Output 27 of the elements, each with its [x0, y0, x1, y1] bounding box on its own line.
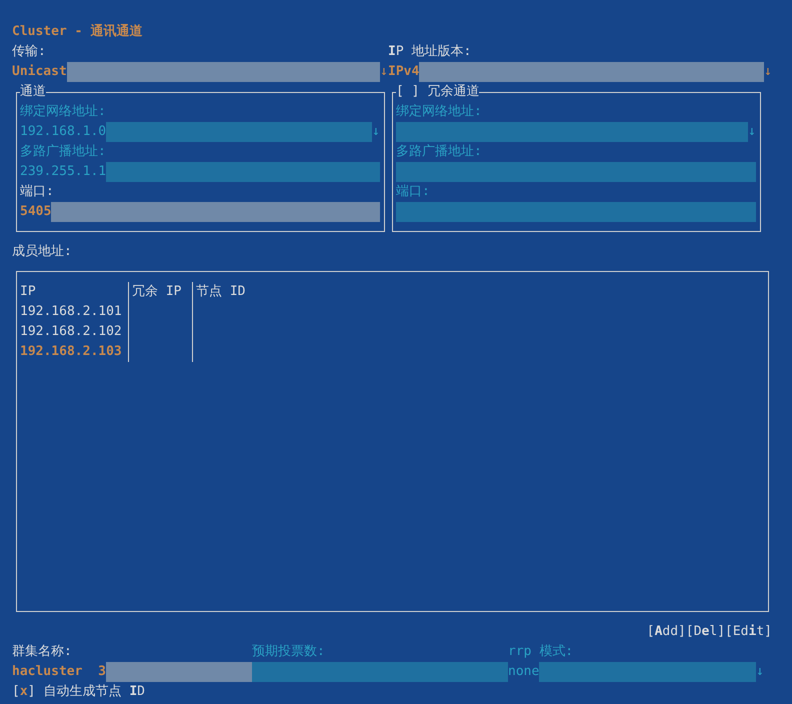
field-label: 传输: [12, 43, 47, 61]
table-row[interactable]: 192.168.2.101 [20, 302, 129, 322]
checkbox[interactable]: [ ] [396, 82, 420, 102]
field-label: 多路广播地址: [396, 143, 483, 161]
text-button[interactable]: [Del] [686, 622, 726, 642]
checkbox[interactable]: [x] [12, 682, 36, 702]
section-label: 成员地址: [11, 243, 73, 261]
text-button[interactable]: [Edit] [725, 622, 772, 642]
text-button[interactable]: [Add] [646, 622, 686, 642]
table-row[interactable]: 192.168.2.102 [20, 322, 129, 342]
field-label: 群集名称: [12, 643, 73, 661]
column-header: 冗余 IP [129, 282, 193, 302]
checkbox-label: 自动生成节点 ID [43, 683, 145, 701]
window-title: Cluster - 通讯通道 [11, 23, 144, 41]
column-header: IP [20, 282, 129, 302]
field-label: 预期投票数: [252, 643, 326, 661]
field-label: rrp 模式: [508, 643, 574, 661]
column-header: 节点 ID [195, 283, 246, 301]
field-label: 端口: [396, 183, 431, 201]
checkbox-label: 冗余通道 [427, 83, 480, 101]
field-label: IP 地址版本: [388, 43, 472, 61]
field-label: 多路广播地址: [20, 143, 107, 161]
table-row[interactable]: 192.168.2.103 [20, 342, 129, 362]
field-label: 端口: [20, 183, 55, 201]
field-label: 绑定网络地址: [20, 103, 107, 121]
frame-title: 通道 [20, 83, 46, 101]
field-label: 绑定网络地址: [396, 103, 483, 121]
